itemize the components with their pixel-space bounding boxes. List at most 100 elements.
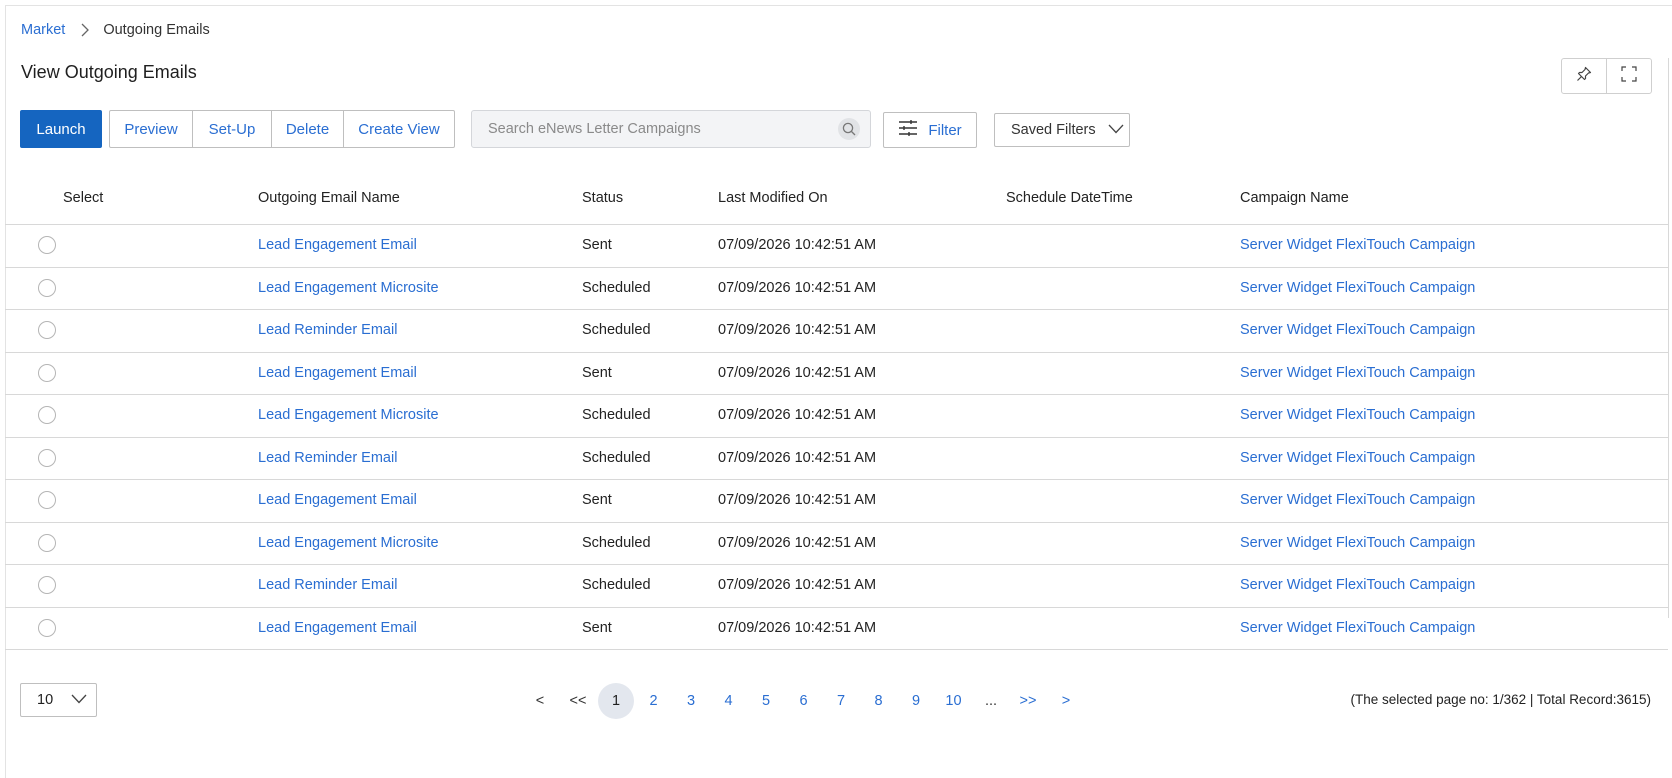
page-5-button[interactable]: 5	[762, 683, 770, 719]
last-modified-cell: 07/09/2026 10:42:51 AM	[718, 619, 877, 636]
status-cell: Scheduled	[582, 449, 651, 466]
breadcrumb-market-link[interactable]: Market	[21, 22, 65, 38]
breadcrumb: Market Outgoing Emails	[21, 22, 210, 38]
last-modified-cell: 07/09/2026 10:42:51 AM	[718, 449, 877, 466]
filter-label: Filter	[928, 121, 962, 139]
outgoing-email-name-link[interactable]: Lead Engagement Email	[258, 492, 417, 508]
fullscreen-icon	[1621, 65, 1637, 87]
row-select-radio[interactable]	[38, 618, 56, 637]
table-row: Lead Engagement Microsite Scheduled 07/09/…	[5, 268, 1668, 310]
campaign-name-link[interactable]: Server Widget FlexiTouch Campaign	[1240, 450, 1475, 466]
last-page-button[interactable]: >>	[1020, 683, 1037, 719]
table-row: Lead Engagement Email Sent 07/09/2026 10:4…	[5, 480, 1668, 523]
next-page-button[interactable]: >	[1062, 683, 1070, 719]
table-row: Lead Reminder Email Scheduled 07/09/2026 1…	[5, 310, 1668, 353]
filter-button[interactable]: Filter	[883, 112, 977, 148]
table-row: Lead Engagement Email Sent 07/09/2026 10:4…	[5, 225, 1668, 268]
create-view-button[interactable]: Create View	[343, 111, 454, 147]
last-modified-cell: 07/09/2026 10:42:51 AM	[718, 279, 877, 296]
outgoing-email-name-link[interactable]: Lead Engagement Email	[258, 620, 417, 636]
pin-icon	[1576, 66, 1592, 87]
table-header: Select Outgoing Email Name Status Last M…	[5, 178, 1668, 225]
page-8-button[interactable]: 8	[874, 683, 882, 719]
preview-button[interactable]: Preview	[110, 111, 192, 147]
outgoing-email-name-link[interactable]: Lead Reminder Email	[258, 450, 397, 466]
last-modified-cell: 07/09/2026 10:42:51 AM	[718, 237, 877, 253]
table-row: Lead Reminder Email Scheduled 07/09/2026 1…	[5, 438, 1668, 480]
page-9-button[interactable]: 9	[912, 683, 920, 719]
page-2-button[interactable]: 2	[649, 683, 657, 719]
chevron-right-icon	[81, 23, 90, 37]
page-3-button[interactable]: 3	[687, 683, 695, 719]
sliders-icon	[898, 119, 918, 141]
column-header-campaign[interactable]: Campaign Name	[1240, 190, 1349, 206]
row-select-radio[interactable]	[38, 363, 56, 382]
column-header-schedule[interactable]: Schedule DateTime	[1006, 190, 1133, 206]
table-row: Lead Engagement Microsite Scheduled 07/09/…	[5, 395, 1668, 438]
row-select-radio[interactable]	[38, 576, 56, 594]
page-4-button[interactable]: 4	[724, 683, 732, 719]
page-10-button[interactable]: 10	[945, 683, 961, 719]
fullscreen-button[interactable]	[1606, 59, 1651, 93]
page-6-button[interactable]: 6	[799, 683, 807, 719]
status-cell: Sent	[582, 237, 612, 253]
outgoing-email-name-link[interactable]: Lead Reminder Email	[258, 322, 397, 338]
outgoing-email-name-link[interactable]: Lead Engagement Microsite	[258, 280, 439, 296]
status-cell: Scheduled	[582, 322, 651, 338]
table-body: Lead Engagement Email Sent 07/09/2026 10:4…	[5, 225, 1668, 650]
status-cell: Sent	[582, 364, 612, 381]
campaign-name-link[interactable]: Server Widget FlexiTouch Campaign	[1240, 322, 1475, 338]
action-button-group: Preview Set-Up Delete Create View	[109, 110, 455, 148]
status-cell: Scheduled	[582, 407, 651, 423]
campaign-name-link[interactable]: Server Widget FlexiTouch Campaign	[1240, 407, 1475, 423]
campaign-name-link[interactable]: Server Widget FlexiTouch Campaign	[1240, 237, 1475, 253]
row-select-radio[interactable]	[38, 236, 56, 254]
page-7-button[interactable]: 7	[837, 683, 845, 719]
status-cell: Scheduled	[582, 534, 651, 551]
row-select-radio[interactable]	[38, 278, 56, 297]
row-select-radio[interactable]	[38, 321, 56, 339]
outgoing-email-name-link[interactable]: Lead Engagement Microsite	[258, 535, 439, 551]
status-cell: Scheduled	[582, 279, 651, 296]
last-modified-cell: 07/09/2026 10:42:51 AM	[718, 407, 877, 423]
column-header-select: Select	[63, 190, 104, 206]
campaign-name-link[interactable]: Server Widget FlexiTouch Campaign	[1240, 577, 1475, 593]
status-cell: Sent	[582, 619, 612, 636]
table-footer: 10 < << 1 2 3 4 5 6 7 8 9 10... >> > (The selected pa…	[0, 683, 1672, 719]
row-select-radio[interactable]	[38, 533, 56, 552]
chevron-down-icon	[1108, 122, 1124, 138]
saved-filters-dropdown[interactable]: Saved Filters	[994, 113, 1130, 147]
search-input[interactable]	[472, 111, 832, 147]
campaign-name-link[interactable]: Server Widget FlexiTouch Campaign	[1240, 365, 1475, 381]
table-row: Lead Engagement Email Sent 07/09/2026 10:4…	[5, 353, 1668, 395]
record-info: (The selected page no: 1/362 | Total Rec…	[1350, 692, 1651, 707]
last-modified-cell: 07/09/2026 10:42:51 AM	[718, 534, 877, 551]
outgoing-email-name-link[interactable]: Lead Reminder Email	[258, 577, 397, 593]
outgoing-email-name-link[interactable]: Lead Engagement Email	[258, 365, 417, 381]
page-1-button[interactable]: 1	[598, 683, 634, 719]
campaign-name-link[interactable]: Server Widget FlexiTouch Campaign	[1240, 535, 1475, 551]
campaign-name-link[interactable]: Server Widget FlexiTouch Campaign	[1240, 280, 1475, 296]
search-icon[interactable]	[838, 118, 860, 140]
first-page-button[interactable]: <<	[570, 683, 587, 719]
last-modified-cell: 07/09/2026 10:42:51 AM	[718, 364, 877, 381]
setup-button[interactable]: Set-Up	[192, 111, 271, 147]
row-select-radio[interactable]	[38, 448, 56, 467]
column-header-status[interactable]: Status	[582, 190, 623, 206]
row-select-radio[interactable]	[38, 406, 56, 424]
delete-button[interactable]: Delete	[271, 111, 343, 147]
outgoing-email-name-link[interactable]: Lead Engagement Email	[258, 237, 417, 253]
row-select-radio[interactable]	[38, 491, 56, 509]
launch-button[interactable]: Launch	[20, 110, 102, 148]
column-header-modified[interactable]: Last Modified On	[718, 190, 828, 206]
table-row: Lead Engagement Microsite Scheduled 07/09/…	[5, 523, 1668, 565]
last-modified-cell: 07/09/2026 10:42:51 AM	[718, 577, 877, 593]
campaign-name-link[interactable]: Server Widget FlexiTouch Campaign	[1240, 620, 1475, 636]
outgoing-email-name-link[interactable]: Lead Engagement Microsite	[258, 407, 439, 423]
pin-button[interactable]	[1562, 59, 1606, 93]
table-row: Lead Engagement Email Sent 07/09/2026 10:4…	[5, 608, 1668, 650]
campaign-name-link[interactable]: Server Widget FlexiTouch Campaign	[1240, 492, 1475, 508]
prev-page-button[interactable]: <	[536, 683, 544, 719]
column-header-name[interactable]: Outgoing Email Name	[258, 190, 400, 206]
saved-filters-label: Saved Filters	[1011, 122, 1096, 138]
